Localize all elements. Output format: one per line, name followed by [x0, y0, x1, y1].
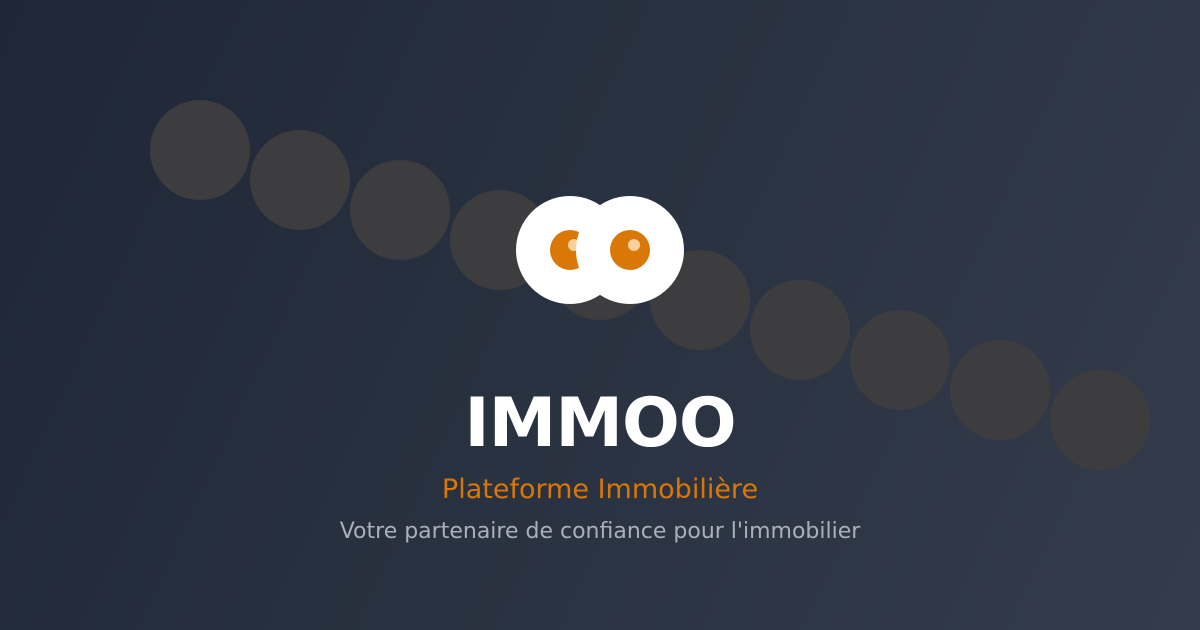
owl-eyes-icon	[516, 196, 684, 304]
decorative-dot	[250, 130, 350, 230]
decorative-dot	[750, 280, 850, 380]
decorative-dot	[150, 100, 250, 200]
brand-name: IMMOO	[464, 384, 736, 463]
brand-tagline: Plateforme Immobilière	[441, 474, 759, 505]
brand-subtitle: Votre partenaire de confiance pour l'imm…	[339, 519, 861, 544]
hero-banner: { "brand": { "name": "IMMOO", "tagline":…	[0, 0, 1200, 630]
decorative-dot	[350, 160, 450, 260]
right-glint	[628, 239, 640, 251]
right-eye	[576, 196, 684, 304]
right-pupil	[610, 230, 650, 270]
